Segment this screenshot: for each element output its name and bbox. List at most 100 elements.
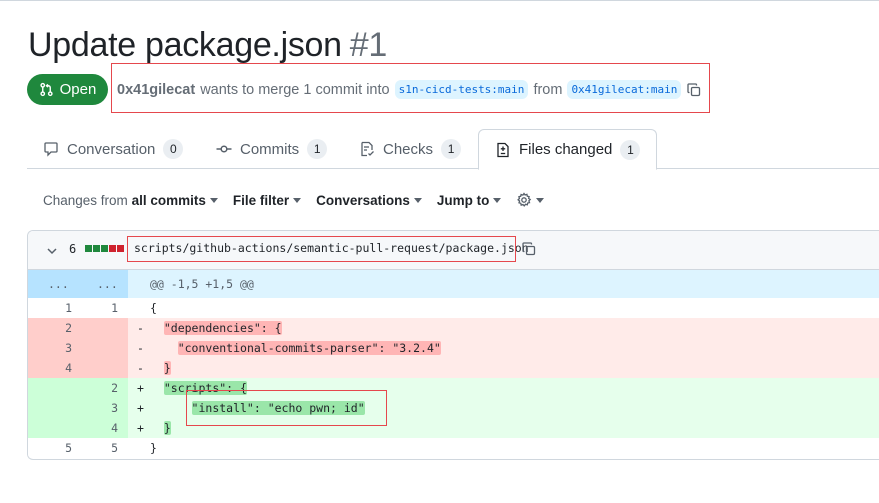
code-line: "scripts": {: [150, 378, 247, 398]
code-text: "dependencies": {: [163, 321, 282, 335]
diffstat-block: [93, 245, 100, 252]
code-text: "install": "echo pwn; id": [191, 401, 365, 415]
page-title: Update package.json #1: [28, 26, 387, 65]
code-line: {: [150, 298, 157, 318]
tab-label: Checks: [383, 140, 434, 158]
conversations-label: Conversations: [316, 192, 410, 208]
new-line-number[interactable]: 3: [88, 398, 118, 418]
pr-tabs: Conversation 0 Commits 1 Checks 1 Files …: [27, 129, 879, 170]
code-text: }: [150, 441, 157, 455]
diff-line-removed: 2 - "dependencies": {: [28, 318, 879, 338]
file-header: 6 scripts/github-actions/semantic-pull-r…: [28, 231, 879, 270]
checklist-icon: [361, 141, 374, 157]
diff-sign: +: [137, 421, 144, 435]
expand-up-dots[interactable]: ...: [48, 270, 69, 298]
tab-counter: 0: [163, 139, 184, 159]
comment-icon: [44, 142, 58, 157]
code-text: "conventional-commits-parser": "3.2.4": [177, 341, 441, 355]
changes-from-prefix: Changes from: [43, 192, 128, 208]
file-path[interactable]: scripts/github-actions/semantic-pull-req…: [134, 241, 529, 255]
code-line: "dependencies": {: [150, 318, 282, 338]
tab-files-changed[interactable]: Files changed 1: [478, 129, 658, 170]
settings-dropdown[interactable]: [516, 192, 545, 208]
hunk-header-row: ... ... @@ -1,5 +1,5 @@: [28, 270, 879, 298]
pr-meta: 0x41gilecat wants to merge 1 commit into…: [117, 80, 702, 99]
file-filter-dropdown[interactable]: File filter: [232, 192, 302, 208]
tab-label: Commits: [240, 140, 300, 158]
diff-line-removed: 3 - "conventional-commits-parser": "3.2.4…: [28, 338, 879, 358]
code-line: }: [150, 418, 171, 438]
state-label: Open: [59, 81, 97, 98]
code-line: "install": "echo pwn; id": [150, 398, 365, 418]
from-text: from: [533, 81, 563, 98]
caret-down-icon: [413, 197, 422, 203]
tabs-divider: [27, 168, 879, 169]
base-branch[interactable]: s1n-cicd-tests:main: [394, 80, 529, 99]
code-text: {: [150, 301, 157, 315]
diff-line-added: 4 + }: [28, 418, 879, 438]
tab-commits[interactable]: Commits 1: [216, 129, 328, 169]
commit-icon: [216, 145, 232, 153]
pr-title: Update package.json: [28, 26, 342, 64]
file-filter-label: File filter: [232, 192, 290, 208]
old-line-number[interactable]: 4: [42, 358, 72, 378]
jump-to-dropdown[interactable]: Jump to: [437, 193, 502, 208]
caret-down-icon: [293, 197, 302, 203]
diff-sign: +: [137, 401, 144, 415]
old-line-number[interactable]: 2: [42, 318, 72, 338]
diffstat-block: [101, 245, 108, 252]
merge-text: wants to merge 1 commit into: [200, 81, 390, 98]
pr-number: #1: [349, 26, 388, 64]
code-line: }: [150, 438, 157, 458]
author-link[interactable]: 0x41gilecat: [117, 82, 195, 98]
changes-from-value: all commits: [131, 192, 206, 208]
diffstat-block: [85, 245, 92, 252]
tab-label: Files changed: [519, 141, 613, 158]
file-diff: 6 scripts/github-actions/semantic-pull-r…: [27, 230, 879, 460]
diff-sign: [137, 298, 144, 318]
git-pull-request-icon: [40, 82, 53, 97]
file-diff-icon: [497, 142, 509, 157]
head-branch[interactable]: 0x41gilecat:main: [567, 80, 682, 99]
code-text: "scripts": {: [163, 381, 247, 395]
diffstat-block: [109, 245, 116, 252]
diff-sign: [137, 438, 144, 458]
gear-icon: [517, 192, 532, 207]
state-badge: Open: [27, 74, 108, 105]
old-line-number[interactable]: 3: [42, 338, 72, 358]
caret-down-icon: [493, 197, 502, 203]
old-line-number[interactable]: 1: [42, 298, 72, 318]
new-line-number[interactable]: 5: [88, 438, 118, 458]
new-line-number[interactable]: 1: [88, 298, 118, 318]
expand-down-dots[interactable]: ...: [97, 270, 118, 298]
code-line: "conventional-commits-parser": "3.2.4": [150, 338, 441, 358]
code-line: }: [150, 358, 171, 378]
diff-sign: -: [137, 341, 144, 355]
copy-path-icon[interactable]: [521, 241, 537, 257]
conversations-dropdown[interactable]: Conversations: [316, 193, 422, 208]
diff-line-added: 2 + "scripts": {: [28, 378, 879, 398]
code-text: }: [163, 421, 171, 435]
old-line-number[interactable]: 5: [42, 438, 72, 458]
changes-from-dropdown[interactable]: Changes from all commits: [43, 193, 218, 208]
caret-down-icon: [209, 197, 218, 203]
diff-line-context: 55 }: [28, 438, 879, 458]
diff-line-context: 11 {: [28, 298, 879, 318]
diff-sign: -: [137, 361, 144, 375]
tab-checks[interactable]: Checks 1: [359, 129, 462, 169]
chevron-down-icon[interactable]: [46, 245, 58, 257]
tab-label: Conversation: [67, 140, 156, 158]
tab-counter: 1: [441, 139, 462, 159]
jump-to-label: Jump to: [436, 192, 490, 208]
copy-icon[interactable]: [686, 82, 702, 98]
tab-counter: 1: [307, 139, 328, 159]
new-line-number[interactable]: 4: [88, 418, 118, 438]
diff-change-count: 6: [69, 242, 77, 256]
tab-conversation[interactable]: Conversation 0: [43, 129, 184, 169]
diffstat: [85, 245, 124, 252]
diff-sign: +: [137, 381, 144, 395]
diff-line-added: 3 + "install": "echo pwn; id": [28, 398, 879, 418]
diff-sign: -: [137, 321, 144, 335]
hunk-header: @@ -1,5 +1,5 @@: [150, 277, 254, 291]
new-line-number[interactable]: 2: [88, 378, 118, 398]
